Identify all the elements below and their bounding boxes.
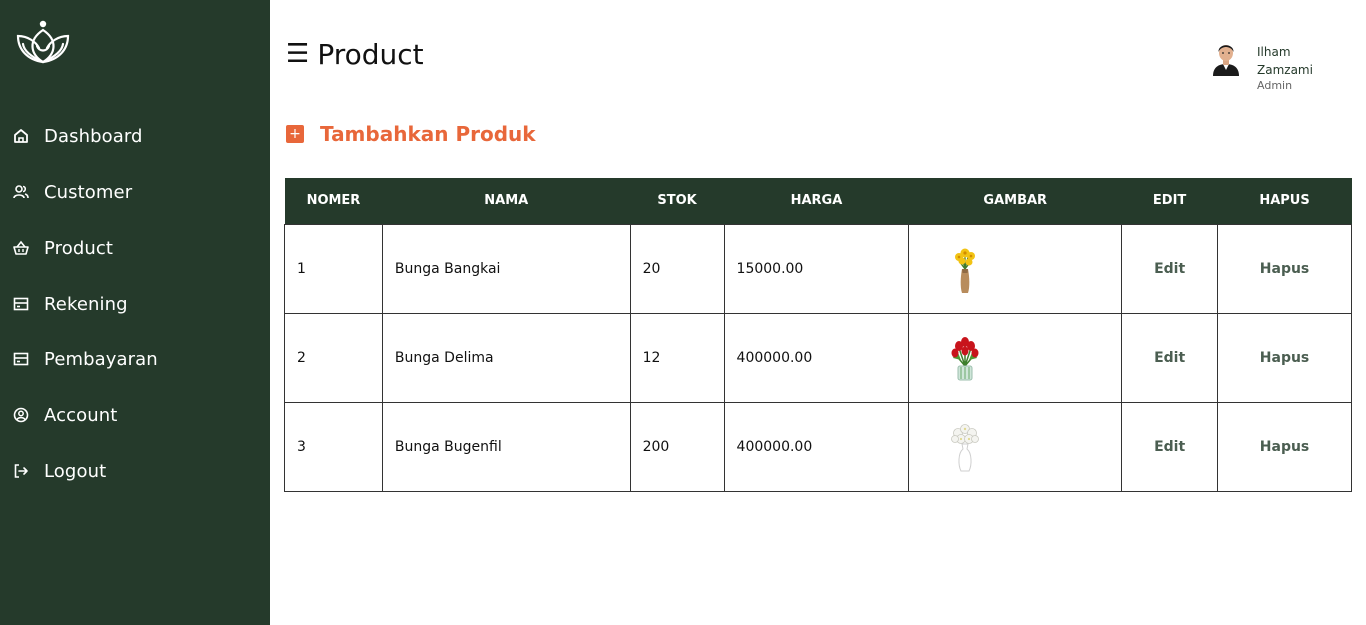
user-name: Ilham Zamzami xyxy=(1257,45,1313,77)
sidebar-item-label: Logout xyxy=(44,460,107,482)
cell-nama: Bunga Bangkai xyxy=(381,223,631,314)
delete-button[interactable]: Hapus xyxy=(1260,261,1310,277)
cell-harga: 400000.00 xyxy=(723,401,910,492)
sidebar-item-customer[interactable]: Customer xyxy=(12,177,262,207)
sidebar-item-product[interactable]: Product xyxy=(12,233,262,263)
column-header-gambar: GAMBAR xyxy=(908,178,1122,224)
add-product-label: Tambahkan Produk xyxy=(320,122,536,146)
cell-edit: Edit xyxy=(1121,401,1219,492)
user-role: Admin xyxy=(1257,79,1293,92)
cell-harga: 400000.00 xyxy=(723,312,910,403)
sidebar: Dashboard Customer Product Rekening Pemb… xyxy=(0,0,270,625)
products-table: NOMER NAMA STOK HARGA GAMBAR EDIT HAPUS … xyxy=(284,178,1352,492)
sidebar-item-label: Pembayaran xyxy=(44,348,158,370)
basket-icon xyxy=(12,239,30,257)
column-header-hapus: HAPUS xyxy=(1217,178,1352,224)
cell-nama: Bunga Bugenfil xyxy=(381,401,631,492)
sidebar-item-label: Customer xyxy=(44,181,133,203)
card-icon xyxy=(12,350,30,368)
table-row: 3 Bunga Bugenfil 200 400000.00 Edit Hapu… xyxy=(284,401,1352,492)
column-header-nama: NAMA xyxy=(382,178,631,224)
product-image-white-flowers xyxy=(951,423,980,471)
column-header-harga: HARGA xyxy=(724,178,909,224)
sidebar-item-label: Dashboard xyxy=(44,125,143,147)
app: Dashboard Customer Product Rekening Pemb… xyxy=(0,0,1366,625)
cell-harga: 15000.00 xyxy=(723,223,910,314)
add-product-button[interactable]: + Tambahkan Produk xyxy=(286,120,536,148)
cell-gambar xyxy=(908,401,1123,492)
page-header: ☰ Product xyxy=(286,34,424,74)
column-header-stok: STOK xyxy=(630,178,725,224)
product-image-red-tulips xyxy=(951,336,979,380)
sidebar-item-label: Account xyxy=(44,404,118,426)
users-icon xyxy=(12,183,30,201)
cell-stok: 12 xyxy=(629,312,725,403)
delete-button[interactable]: Hapus xyxy=(1260,350,1310,366)
logout-icon xyxy=(12,462,30,480)
column-header-edit: EDIT xyxy=(1121,178,1218,224)
cell-gambar xyxy=(908,312,1123,403)
delete-button[interactable]: Hapus xyxy=(1260,439,1310,455)
cell-nama: Bunga Delima xyxy=(381,312,631,403)
sidebar-item-label: Product xyxy=(44,237,114,259)
lotus-logo[interactable] xyxy=(14,18,72,66)
cell-stok: 20 xyxy=(629,223,725,314)
page-title: Product xyxy=(317,37,424,71)
cell-nomer: 1 xyxy=(284,223,383,314)
edit-button[interactable]: Edit xyxy=(1154,439,1185,455)
column-header-nomer: NOMER xyxy=(284,178,383,224)
cell-hapus: Hapus xyxy=(1217,312,1352,403)
cell-edit: Edit xyxy=(1121,223,1219,314)
user-circle-icon xyxy=(12,406,30,424)
edit-button[interactable]: Edit xyxy=(1154,261,1185,277)
home-icon xyxy=(12,127,30,145)
table-header-row: NOMER NAMA STOK HARGA GAMBAR EDIT HAPUS xyxy=(284,178,1352,224)
user-profile[interactable]: Ilham Zamzami Admin xyxy=(1210,40,1327,93)
cell-hapus: Hapus xyxy=(1217,223,1352,314)
menu-icon[interactable]: ☰ xyxy=(286,41,309,67)
sidebar-item-account[interactable]: Account xyxy=(12,400,262,430)
product-image-yellow-flowers xyxy=(955,248,976,293)
cell-nomer: 3 xyxy=(284,401,383,492)
table-row: 1 Bunga Bangkai 20 15000.00 Edit Hapus xyxy=(284,223,1352,314)
cell-stok: 200 xyxy=(629,401,725,492)
cell-hapus: Hapus xyxy=(1217,401,1352,492)
cell-gambar xyxy=(908,223,1123,314)
card-icon xyxy=(12,295,30,313)
table-row: 2 Bunga Delima 12 400000.00 Edit Hapus xyxy=(284,312,1352,403)
sidebar-item-dashboard[interactable]: Dashboard xyxy=(12,121,262,151)
sidebar-item-pembayaran[interactable]: Pembayaran xyxy=(12,344,262,374)
sidebar-item-rekening[interactable]: Rekening xyxy=(12,289,262,319)
sidebar-item-label: Rekening xyxy=(44,293,128,315)
cell-edit: Edit xyxy=(1121,312,1219,403)
sidebar-item-logout[interactable]: Logout xyxy=(12,456,262,486)
plus-icon: + xyxy=(286,125,304,143)
avatar xyxy=(1213,45,1239,76)
edit-button[interactable]: Edit xyxy=(1154,350,1185,366)
cell-nomer: 2 xyxy=(284,312,383,403)
